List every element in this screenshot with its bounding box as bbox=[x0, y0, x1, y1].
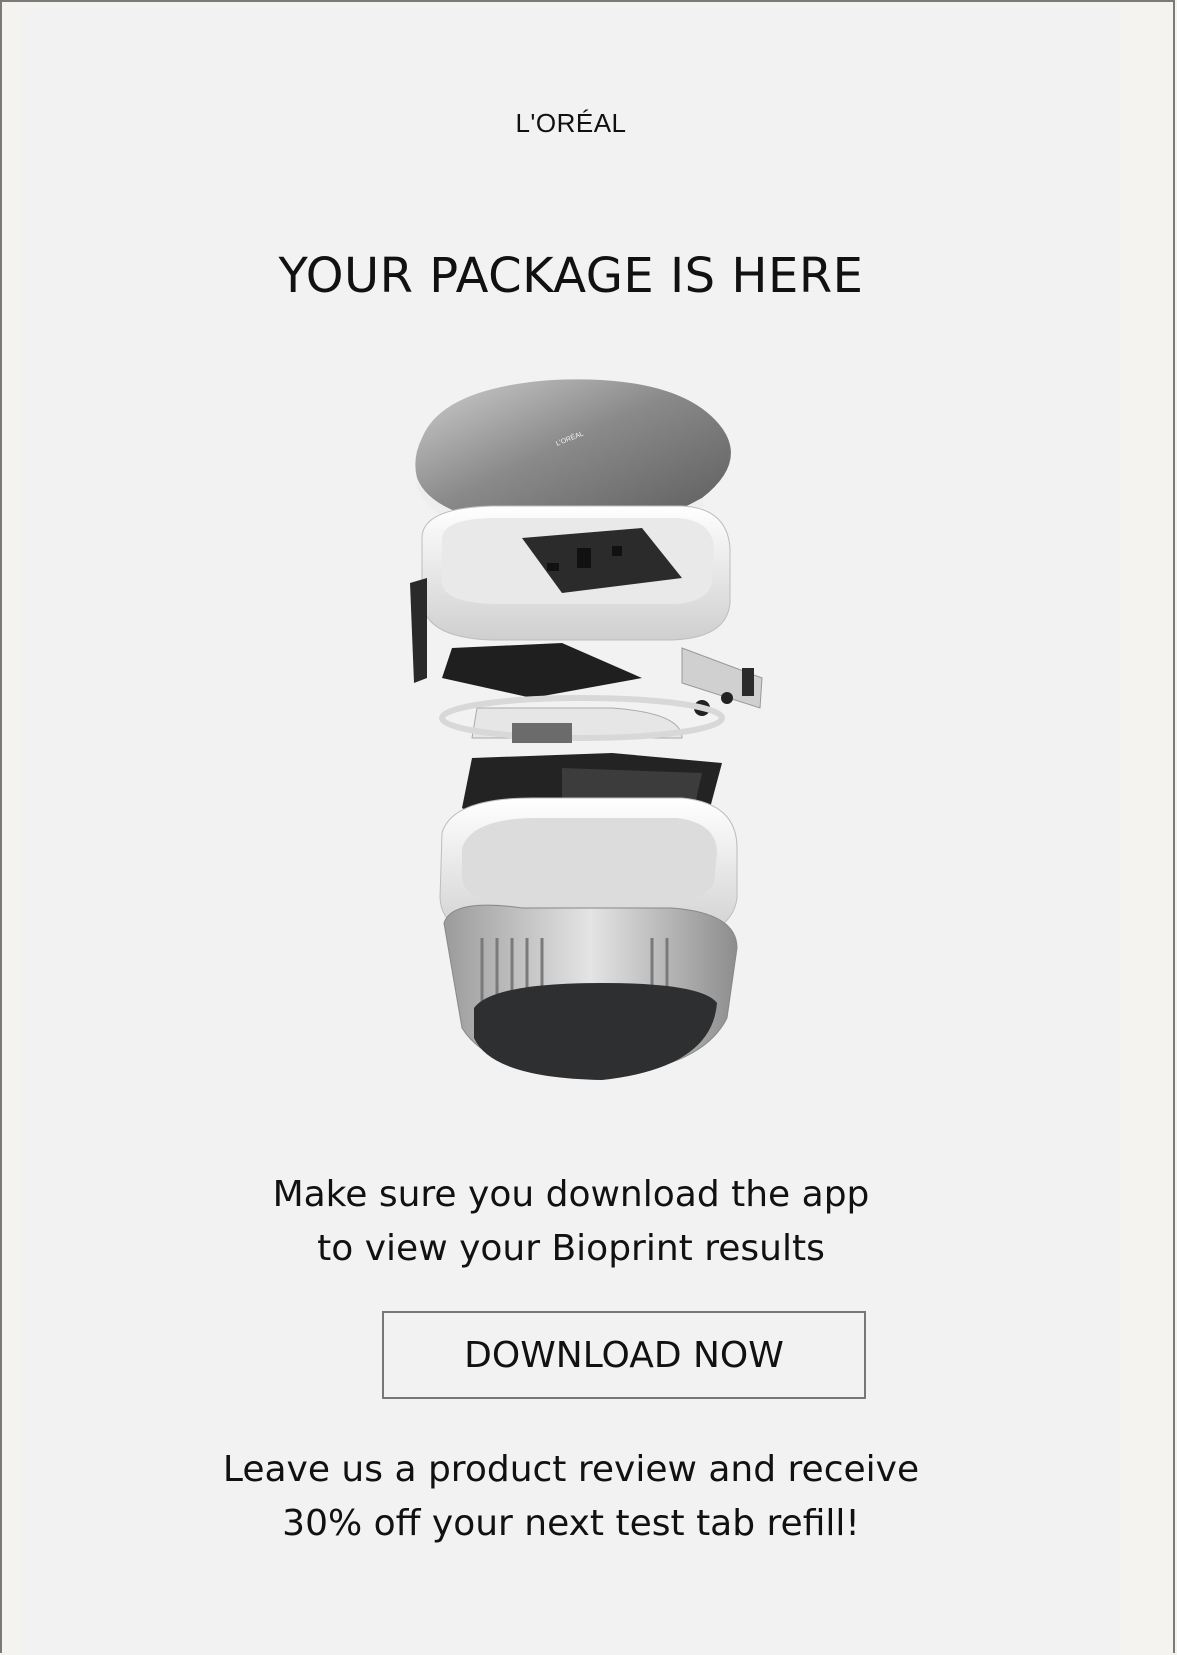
email-card: L'ORÉAL YOUR PACKAGE IS HERE L'ORÉAL Mak… bbox=[22, 8, 1120, 1655]
loreal-logo: L'ORÉAL bbox=[515, 108, 627, 138]
promo-line-1: Leave us a product review and receive bbox=[222, 1449, 920, 1490]
email-frame: L'ORÉAL YOUR PACKAGE IS HERE L'ORÉAL Mak… bbox=[0, 0, 1175, 1655]
message-line-1: Make sure you download the app bbox=[272, 1174, 870, 1215]
promo-line-2: 30% off your next test tab refill! bbox=[282, 1503, 860, 1544]
bioprint-device-image: L'ORÉAL bbox=[410, 379, 763, 1080]
message-line-2: to view your Bioprint results bbox=[317, 1228, 825, 1269]
review-promo-message: Leave us a product review and receive 30… bbox=[22, 1443, 1120, 1551]
app-download-message: Make sure you download the app to view y… bbox=[22, 1168, 1120, 1276]
device-upper-ring bbox=[421, 505, 731, 641]
page-title: YOUR PACKAGE IS HERE bbox=[278, 248, 864, 304]
device-base bbox=[443, 904, 738, 1080]
download-now-button[interactable]: DOWNLOAD NOW bbox=[382, 1311, 866, 1399]
